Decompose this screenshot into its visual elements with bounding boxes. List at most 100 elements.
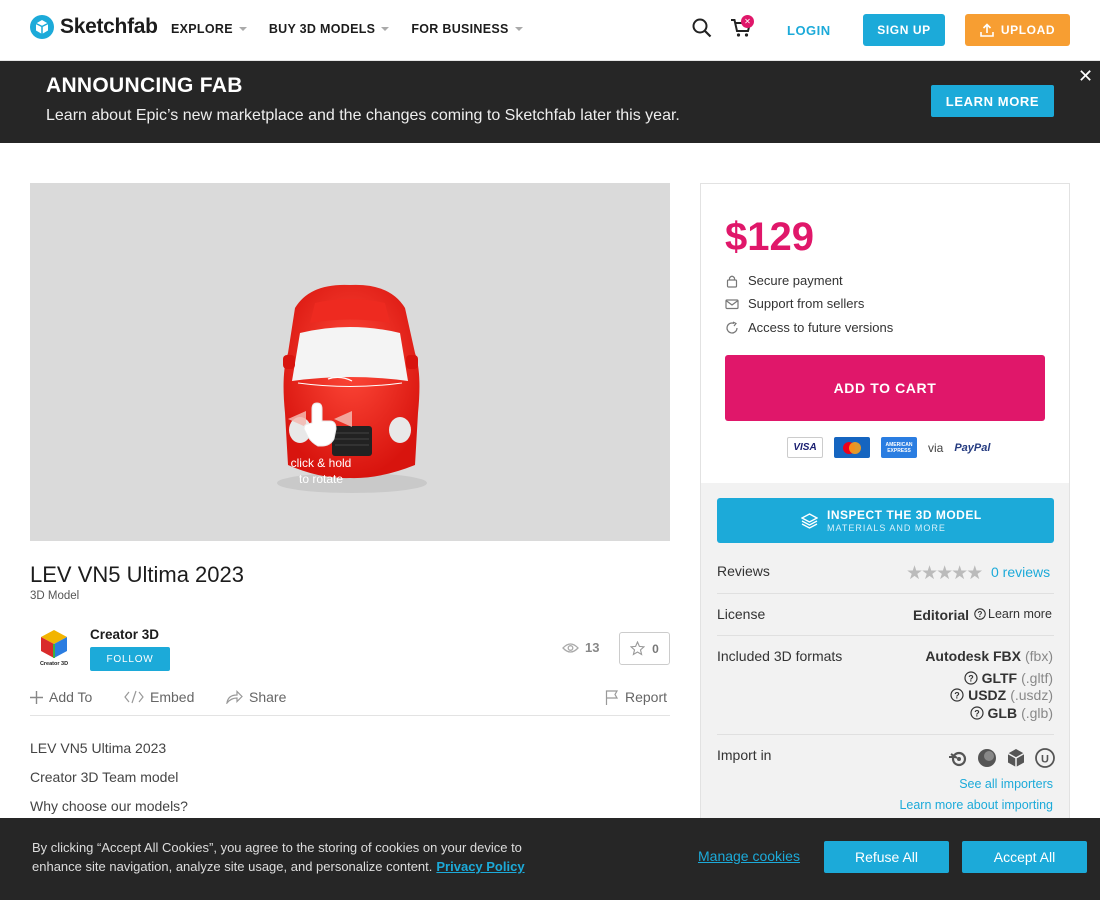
rotate-hint-line1: click & hold <box>290 456 352 470</box>
license-learn-more[interactable]: ? Learn more <box>974 607 1052 621</box>
format-ext: (.gltf) <box>1021 670 1053 686</box>
creator-avatar[interactable]: Creator 3D <box>34 627 74 667</box>
model-type: 3D Model <box>30 590 80 602</box>
see-all-importers-link[interactable]: See all importers <box>959 777 1053 791</box>
help-icon[interactable]: ? <box>950 688 964 702</box>
format-ext: (fbx) <box>1025 648 1053 664</box>
paypal-logo: PayPal <box>954 441 991 454</box>
format-name: Autodesk FBX <box>925 648 1021 664</box>
like-button[interactable]: 0 <box>619 632 670 665</box>
share-icon <box>226 690 243 704</box>
manage-cookies-link[interactable]: Manage cookies <box>698 848 800 864</box>
format-name: GLB <box>987 705 1018 721</box>
likes-value: 0 <box>652 641 659 656</box>
amex-icon: AMERICAN EXPRESS <box>881 437 917 458</box>
view-count: 13 <box>562 640 599 655</box>
help-icon: ? <box>974 608 986 620</box>
rotate-hint-line2: to rotate <box>298 472 344 486</box>
format-gltf: ? GLTF (.gltf) <box>963 670 1053 686</box>
price: $129 <box>725 215 814 259</box>
privacy-policy-link[interactable]: Privacy Policy <box>436 859 524 874</box>
nav-explore[interactable]: EXPLORE <box>171 22 247 36</box>
inspect-subtitle: MATERIALS AND MORE <box>827 523 946 533</box>
description-line: Why choose our models? <box>30 798 188 814</box>
learn-importing-link[interactable]: Learn more about importing <box>899 798 1053 812</box>
format-glb: ? GLB (.glb) <box>969 705 1053 721</box>
help-icon[interactable]: ? <box>969 706 984 720</box>
top-header: Sketchfab EXPLORE BUY 3D MODELS FOR BUSI… <box>0 0 1100 61</box>
license-learn-more-label: Learn more <box>988 607 1052 621</box>
format-ext: (.usdz) <box>1010 687 1053 703</box>
visa-icon: VISA <box>787 437 823 458</box>
sketchfab-logo[interactable]: Sketchfab <box>30 15 158 39</box>
accept-all-button[interactable]: Accept All <box>962 841 1087 873</box>
rotate-hint: click & hold to rotate <box>286 455 356 487</box>
perk-label: Secure payment <box>748 273 843 288</box>
views-value: 13 <box>585 640 600 655</box>
report-label: Report <box>625 689 668 705</box>
main-nav: EXPLORE BUY 3D MODELS FOR BUSINESS <box>171 22 545 36</box>
nav-buy-3d-models[interactable]: BUY 3D MODELS <box>269 22 390 36</box>
refuse-all-button[interactable]: Refuse All <box>824 841 949 873</box>
add-to-button[interactable]: Add To <box>30 689 92 705</box>
nav-explore-label: EXPLORE <box>171 22 233 36</box>
car-model-render <box>277 284 427 493</box>
creator-name[interactable]: Creator 3D <box>90 627 159 642</box>
embed-button[interactable]: Embed <box>124 689 194 705</box>
cookie-consent-bar: By clicking “Accept All Cookies”, you ag… <box>0 818 1100 900</box>
perk-label: Support from sellers <box>748 296 865 311</box>
cinema4d-icon[interactable] <box>977 748 997 768</box>
report-button[interactable]: Report <box>605 689 667 705</box>
upload-button[interactable]: UPLOAD <box>965 14 1070 46</box>
format-name: GLTF <box>981 670 1018 686</box>
inspect-3d-model-button[interactable]: INSPECT THE 3D MODEL MATERIALS AND MORE <box>717 498 1054 543</box>
reviews-label: Reviews <box>717 563 770 579</box>
eye-icon <box>562 642 579 653</box>
upload-label: UPLOAD <box>1000 23 1056 37</box>
chevron-down-icon <box>514 27 523 31</box>
svg-text:Creator 3D: Creator 3D <box>40 661 68 667</box>
model-viewer[interactable]: click & hold to rotate <box>30 183 670 541</box>
purchase-card: $129 Secure payment Support from sellers… <box>700 183 1070 483</box>
plus-icon <box>30 690 43 704</box>
sign-up-button[interactable]: SIGN UP <box>863 14 945 46</box>
formats-label: Included 3D formats <box>717 648 843 664</box>
rating-stars: ★ ★ ★ ★ ★ <box>906 562 983 585</box>
description-line: LEV VN5 Ultima 2023 <box>30 740 167 756</box>
nav-for-business[interactable]: FOR BUSINESS <box>411 22 523 36</box>
add-to-cart-button[interactable]: ADD TO CART <box>725 355 1045 421</box>
star-icon: ★ <box>966 563 983 584</box>
payment-methods: VISA AMERICAN EXPRESS via PayPal <box>787 437 990 458</box>
close-icon[interactable]: ✕ <box>1078 66 1093 87</box>
format-fbx: Autodesk FBX (fbx) <box>925 648 1053 664</box>
import-label: Import in <box>717 747 772 763</box>
unreal-icon[interactable]: U <box>1035 748 1055 768</box>
share-button[interactable]: Share <box>226 689 286 705</box>
perk-secure-payment: Secure payment <box>725 273 843 288</box>
embed-label: Embed <box>150 689 195 705</box>
blender-icon[interactable] <box>948 748 968 768</box>
divider <box>717 734 1054 735</box>
divider <box>717 635 1054 636</box>
logo-text: Sketchfab <box>60 15 158 38</box>
layers-icon <box>801 513 818 529</box>
help-icon[interactable]: ? <box>963 671 978 685</box>
flag-icon <box>605 689 619 705</box>
mail-icon <box>725 298 739 309</box>
reviews-link[interactable]: 0 reviews <box>991 564 1050 580</box>
search-icon[interactable] <box>692 18 712 38</box>
chevron-down-icon <box>381 27 390 31</box>
follow-button[interactable]: FOLLOW <box>90 647 170 671</box>
add-to-label: Add To <box>49 689 93 705</box>
star-icon: ★ <box>921 563 938 584</box>
banner-title: ANNOUNCING FAB <box>46 74 243 97</box>
perk-future-versions: Access to future versions <box>725 320 893 335</box>
chevron-down-icon <box>238 27 247 31</box>
star-icon: ★ <box>951 563 968 584</box>
format-usdz: ? USDZ (.usdz) <box>950 687 1053 703</box>
unity-icon[interactable] <box>1006 748 1026 768</box>
svg-text:U: U <box>1041 754 1049 766</box>
login-link[interactable]: LOGIN <box>787 23 831 38</box>
license-label: License <box>717 606 766 622</box>
learn-more-button[interactable]: LEARN MORE <box>931 85 1054 117</box>
